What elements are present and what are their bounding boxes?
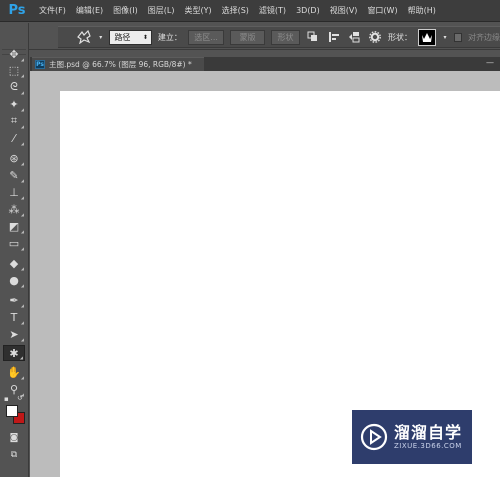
options-bar: » ▾ 路径 ⬍ 建立： 选区... 蒙版 形状 形状： ▾ 对齐边缘 — [0, 22, 500, 50]
brush-tool-icon[interactable]: ✎ ◢ — [3, 167, 25, 184]
psd-file-icon: Ps — [35, 60, 45, 69]
menu-image[interactable]: 图像(I) — [108, 0, 143, 22]
hand-tool-icon[interactable]: ✋ ◢ — [3, 364, 25, 381]
tool-group-indicator: ◢ — [19, 355, 23, 360]
screen-mode-icon[interactable]: ⧉ — [3, 447, 25, 463]
menu-help[interactable]: 帮助(H) — [403, 0, 441, 22]
tool-group-indicator: ◢ — [20, 73, 24, 78]
play-logo-icon — [360, 423, 388, 451]
eraser-tool-icon[interactable]: ◩ ◢ — [3, 218, 25, 235]
watermark-badge: 溜溜自学 ZIXUE.3D66.COM — [352, 410, 472, 464]
lasso-tool-icon[interactable]: ᘓ ◢ — [3, 79, 25, 95]
eyedropper-tool-icon[interactable]: ⁄ ◢ — [3, 130, 25, 147]
tool-mode-select[interactable]: 路径 ⬍ — [109, 29, 152, 45]
make-mask-button[interactable]: 蒙版 — [230, 29, 265, 45]
tool-group-indicator: ◢ — [20, 337, 24, 342]
crop-tool-icon[interactable]: ⌗ ◢ — [3, 113, 25, 129]
menu-select[interactable]: 选择(S) — [217, 0, 254, 22]
path-selection-tool-icon[interactable]: ➤ ◢ — [3, 326, 25, 343]
clone-stamp-tool-icon[interactable]: ⊥ ◢ — [3, 184, 25, 201]
tool-group-indicator: ◢ — [20, 195, 24, 200]
swap-colors-icon[interactable]: ↺ — [17, 394, 25, 402]
quick-mask-icon[interactable]: ◙ — [3, 430, 25, 446]
custom-shape-preset-icon[interactable] — [76, 29, 92, 45]
shape-label: 形状： — [387, 32, 412, 42]
type-tool-icon[interactable]: T ◢ — [3, 309, 25, 326]
default-colors-icon[interactable]: ▪ — [4, 395, 12, 403]
watermark-text: 溜溜自学 ZIXUE.3D66.COM — [394, 423, 463, 451]
align-edges-label: 对齐边缘 — [468, 32, 500, 42]
pen-tool-icon[interactable]: ✒ ◢ — [3, 292, 25, 309]
make-selection-button[interactable]: 选区... — [187, 29, 225, 45]
gradient-tool-icon[interactable]: ▭ ◢ — [3, 235, 25, 252]
crown-shape-icon — [422, 33, 433, 42]
document-title: 主图.psd @ 66.7% (图层 96, RGB/8#) * — [49, 60, 192, 69]
healing-brush-tool-icon[interactable]: ⊛ ◢ — [3, 150, 25, 167]
tool-mode-value: 路径 — [114, 32, 131, 42]
make-shape-button[interactable]: 形状 — [270, 29, 301, 45]
tool-group-indicator: ◢ — [20, 90, 24, 95]
tool-group-indicator: ◢ — [20, 124, 24, 129]
marquee-tool-icon[interactable]: ⬚ ◢ — [3, 62, 25, 79]
tool-group-indicator: ◢ — [20, 212, 24, 217]
chevron-updown-icon: ⬍ — [142, 33, 148, 41]
menu-type[interactable]: 类型(Y) — [179, 0, 216, 22]
tool-group-indicator: ◢ — [20, 229, 24, 234]
tool-group-indicator: ◢ — [20, 161, 24, 166]
gear-icon[interactable] — [368, 29, 382, 45]
tool-group-indicator: ◢ — [20, 375, 24, 380]
menu-view[interactable]: 视图(V) — [325, 0, 363, 22]
tool-group-indicator: ◢ — [20, 107, 24, 112]
path-arrangement-icon[interactable] — [347, 29, 361, 45]
options-bar-content: ▾ 路径 ⬍ 建立： 选区... 蒙版 形状 形状： ▾ 对齐边缘 — [58, 26, 500, 48]
photoshop-logo: Ps — [8, 3, 26, 18]
shape-dropdown-arrow-icon[interactable]: ▾ — [442, 29, 447, 45]
tool-group-indicator: ◢ — [20, 320, 24, 325]
tools-panel: ✥ ◢ ⬚ ◢ ᘓ ◢ ✦ ◢ ⌗ ◢ ⁄ ◢ ⊛ ◢ ✎ ◢ ⊥ ◢ ⁂ ◢ ◩ ◢ ▭ ◢ ◆ ◢ ● ◢ ✒ ◢ T ◢ ➤ ◢ ✱ ◢ ✋ ◢ ⚲ ◢… — [0, 23, 29, 477]
tool-group-indicator: ◢ — [20, 246, 24, 251]
path-alignment-icon[interactable] — [327, 29, 341, 45]
foreground-color-swatch[interactable] — [6, 405, 18, 417]
dodge-tool-icon[interactable]: ● ◢ — [3, 272, 25, 289]
menu-window[interactable]: 窗口(W) — [362, 0, 402, 22]
history-brush-tool-icon[interactable]: ⁂ ◢ — [3, 201, 25, 218]
shape-picker[interactable] — [417, 28, 437, 46]
tool-group-indicator: ◢ — [20, 141, 24, 146]
align-edges-checkbox[interactable] — [453, 32, 463, 42]
custom-shape-tool-icon[interactable]: ✱ ◢ — [3, 345, 25, 361]
document-tab-bar: Ps 主图.psd @ 66.7% (图层 96, RGB/8#) * — — [30, 57, 500, 71]
document-tab[interactable]: Ps 主图.psd @ 66.7% (图层 96, RGB/8#) * — [32, 57, 204, 71]
menu-filter[interactable]: 滤镜(T) — [254, 0, 291, 22]
tool-group-indicator: ◢ — [20, 178, 24, 183]
watermark-url: ZIXUE.3D66.COM — [394, 442, 462, 450]
path-operations-icon[interactable] — [306, 29, 320, 45]
menu-layer[interactable]: 图层(L) — [143, 0, 180, 22]
tool-group-indicator: ◢ — [20, 303, 24, 308]
magic-wand-tool-icon[interactable]: ✦ ◢ — [3, 96, 25, 113]
tool-group-indicator: ◢ — [20, 266, 24, 271]
watermark-title: 溜溜自学 — [394, 423, 463, 442]
move-tool-icon[interactable]: ✥ ◢ — [3, 46, 25, 63]
minimize-icon[interactable]: — — [486, 58, 494, 67]
menu-bar: Ps 文件(F) 编辑(E) 图像(I) 图层(L) 类型(Y) 选择(S) 滤… — [0, 0, 500, 22]
menu-3d[interactable]: 3D(D) — [291, 0, 325, 22]
menu-edit[interactable]: 编辑(E) — [71, 0, 108, 22]
tool-group-indicator: ◢ — [20, 283, 24, 288]
blur-tool-icon[interactable]: ◆ ◢ — [3, 255, 25, 272]
create-label: 建立： — [157, 32, 182, 42]
menu-file[interactable]: 文件(F) — [34, 0, 71, 22]
preset-dropdown-arrow-icon[interactable]: ▾ — [98, 29, 103, 45]
